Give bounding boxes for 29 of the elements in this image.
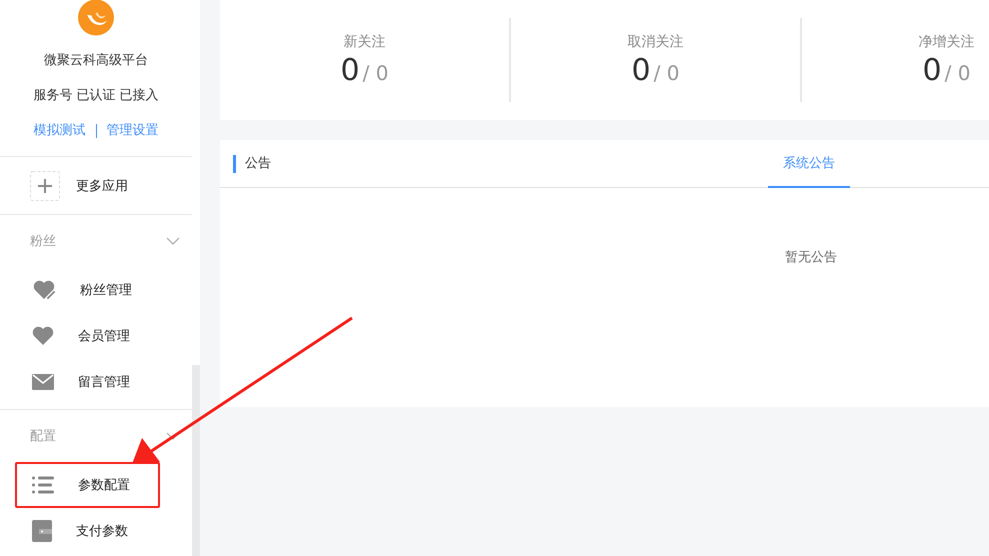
add-icon[interactable] <box>30 170 60 200</box>
panel-title: 公告 <box>233 154 768 172</box>
menu-group-title: 粉丝 <box>30 233 56 250</box>
empty-message: 暂无公告 <box>784 249 838 266</box>
menu-item[interactable]: 留言管理 <box>0 359 192 405</box>
stat-total: / 0 <box>654 60 680 84</box>
stat-value: 0 <box>340 52 360 88</box>
wallet-icon <box>32 520 52 542</box>
chevron-icon[interactable] <box>166 237 180 245</box>
menu-item[interactable]: 粉丝管理 <box>0 267 192 313</box>
more-apps-label[interactable]: 更多应用 <box>76 176 128 194</box>
stat-label: 净增关注 <box>918 32 974 50</box>
stat-label: 取消关注 <box>628 32 684 50</box>
stat-value: 0 <box>922 52 942 88</box>
heart-edit-icon <box>32 279 56 301</box>
heart-icon <box>32 326 54 346</box>
stat-total: / 0 <box>944 60 970 84</box>
menu-group-title: 配置 <box>30 428 56 445</box>
mail-icon <box>32 374 54 390</box>
stat-value: 0 <box>632 52 651 88</box>
stat-total: / 0 <box>362 60 388 84</box>
account-status: 服务号 已认证 已接入 <box>33 87 159 105</box>
menu-item[interactable]: 支付参数 <box>0 508 192 554</box>
account-name: 微聚云科高级平台 <box>44 52 148 70</box>
highlighted-menu-item[interactable]: 参数配置 <box>15 462 160 508</box>
menu-item[interactable]: 会员管理 <box>0 313 192 359</box>
list-icon <box>32 476 54 494</box>
scrollbar[interactable] <box>192 365 200 556</box>
stat-label: 新关注 <box>344 32 386 50</box>
